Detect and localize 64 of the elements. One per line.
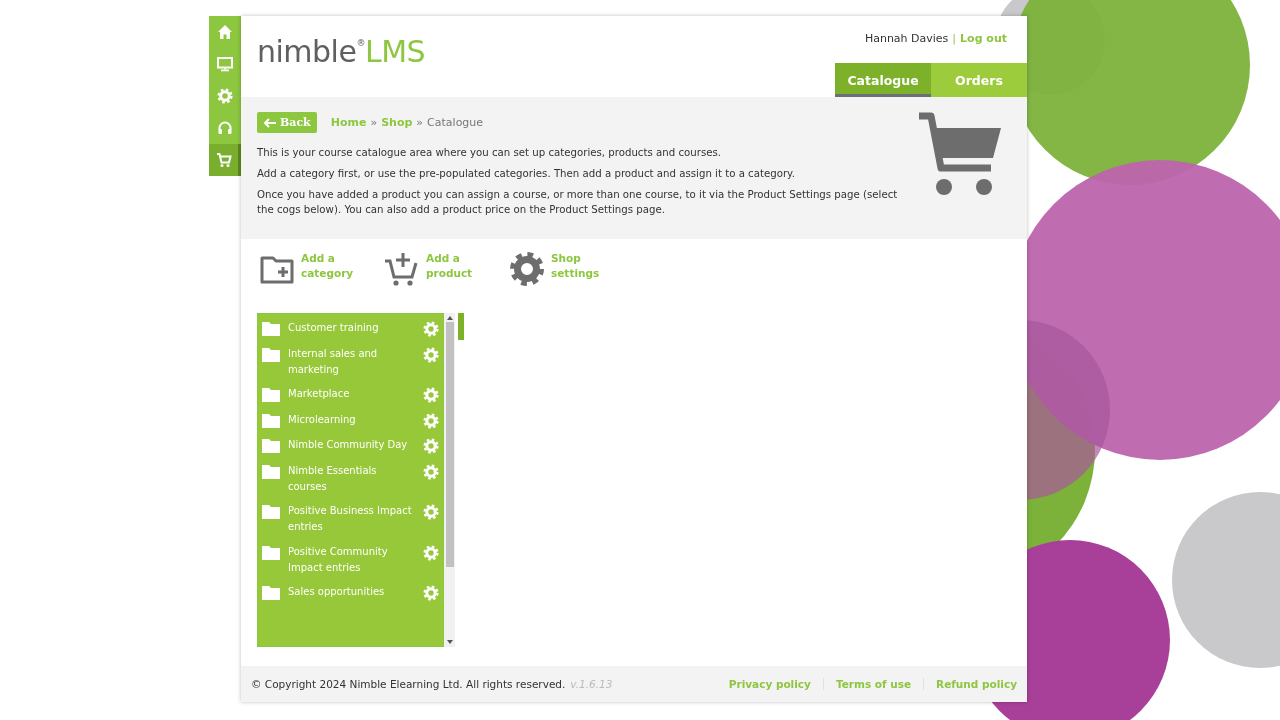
tab[interactable]: Catalogue (835, 63, 931, 97)
category-item[interactable]: Internal sales and marketing (258, 343, 443, 384)
footer-link[interactable]: Refund policy (923, 678, 1017, 690)
settings-icon[interactable] (423, 412, 439, 429)
category-item[interactable]: Positive Business Impact entries (258, 501, 443, 542)
category-item[interactable]: Microlearning (258, 409, 443, 435)
scrollbar[interactable] (444, 313, 455, 647)
settings-icon (509, 251, 545, 287)
settings-icon[interactable] (423, 585, 439, 601)
add-cart-link[interactable]: Add a product (384, 251, 509, 291)
logout-link[interactable]: Log out (960, 32, 1007, 47)
footer-link[interactable]: Terms of use (822, 678, 924, 690)
breadcrumb-link[interactable]: Shop (381, 116, 413, 129)
breadcrumb-separator: » (370, 116, 378, 129)
folder-icon (262, 544, 280, 560)
cart-icon (917, 112, 1003, 198)
separator: | (952, 32, 957, 47)
intro-paragraph: Once you have added a product you can assign a course, or more than one course, to it via the Product Settings page (select the cogs below). You can also add a product price on the Product Settings page. (257, 188, 899, 217)
copyright: © Copyright 2024 Nimble Elearning Ltd. All rights reserved. (251, 678, 566, 690)
category-item[interactable]: Positive Community Impact entries (258, 541, 443, 582)
category-item[interactable]: Nimble Community Day (258, 435, 443, 461)
intro-paragraph: This is your course catalogue area where you can set up categories, products and courses. (257, 146, 722, 160)
logo: nimble®LMS (257, 34, 426, 70)
folder-icon (262, 585, 280, 600)
folder-icon (262, 321, 280, 336)
breadcrumb-link[interactable]: Home (330, 116, 367, 129)
add-gear-link[interactable]: Shop settings (509, 251, 634, 291)
user-name: Hannah Davies (864, 32, 949, 47)
back-button[interactable]: Back (257, 112, 317, 133)
folder-icon (262, 412, 280, 428)
version: v.1.6.13 (570, 678, 613, 690)
sidebar-cart-button[interactable] (209, 144, 241, 176)
settings-icon[interactable] (423, 438, 439, 454)
settings-icon (217, 88, 233, 104)
monitor-icon (217, 56, 233, 72)
home-icon (217, 24, 233, 40)
settings-icon[interactable] (423, 504, 439, 520)
cart-icon (215, 152, 232, 168)
scroll-down-icon[interactable] (446, 640, 453, 644)
arrow-left-icon (263, 117, 277, 128)
settings-icon[interactable] (423, 387, 439, 403)
scroll-up-icon[interactable] (446, 316, 453, 320)
category-item[interactable]: Nimble Essentials courses (258, 460, 443, 501)
category-item[interactable]: Marketplace (258, 384, 443, 410)
folder-icon (262, 504, 280, 519)
footer-link[interactable]: Privacy policy (716, 678, 823, 690)
scroll-marker (458, 313, 464, 340)
settings-icon[interactable] (423, 544, 439, 561)
headset-icon (217, 120, 233, 136)
breadcrumb-separator: » (416, 116, 424, 129)
folder-icon (262, 346, 280, 362)
category-item[interactable]: Customer training (258, 318, 443, 344)
folder-icon (262, 438, 280, 453)
settings-icon[interactable] (423, 346, 439, 363)
settings-icon[interactable] (423, 463, 439, 480)
cart-plus-icon (384, 251, 420, 287)
folder-icon (262, 387, 280, 402)
tab[interactable]: Orders (931, 63, 1027, 97)
intro-paragraph: Add a category first, or use the pre-populated categories. Then add a product and assign it to a category. (257, 167, 796, 181)
settings-icon[interactable] (423, 321, 439, 337)
folder-icon (262, 463, 280, 479)
breadcrumb-current: Catalogue (427, 116, 484, 129)
add-folder-link[interactable]: Add a category (259, 251, 384, 291)
category-item[interactable]: Sales opportunities (258, 582, 443, 608)
